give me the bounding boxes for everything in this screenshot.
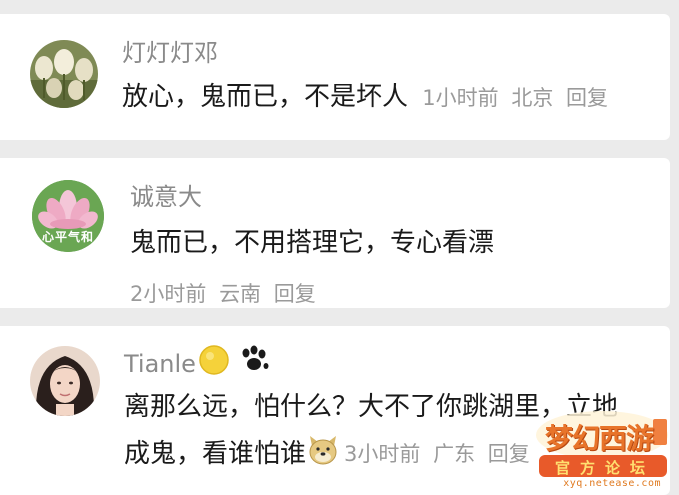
watermark-sub: 官方论坛 [555, 459, 656, 477]
comment-card: 心平气和 诚意大 鬼而已，不用搭理它，专心看漂 2小时前 云南 回复 [0, 158, 670, 308]
comment-row: 放心，鬼而已，不是坏人 1小时前 北京 回复 [122, 80, 614, 115]
comment-time: 3小时前 [344, 441, 421, 466]
comment-card: 灯灯灯邓 放心，鬼而已，不是坏人 1小时前 北京 回复 [0, 14, 670, 140]
comment-meta: 3小时前 广东 回复 [344, 437, 536, 471]
comment-location: 广东 [433, 441, 476, 466]
comment-location: 云南 [219, 282, 262, 306]
avatar-caption: 心平气和 [41, 230, 94, 244]
avatar[interactable] [30, 346, 100, 416]
comment-time: 2小时前 [130, 282, 207, 306]
comment-text: 放心，鬼而已，不是坏人 [122, 82, 409, 112]
comment-text-line: 成鬼，看谁怕谁 [124, 438, 307, 469]
watermark-url: xyq.netease.com [563, 478, 661, 489]
reply-button[interactable]: 回复 [566, 86, 608, 110]
watermark-logo: 梦幻西游 官方论坛 xyq.netease.com [533, 407, 671, 491]
comment-text: 鬼而已，不用搭理它，专心看漂 [130, 228, 495, 258]
comment-time: 1小时前 [422, 86, 499, 110]
sun-icon [198, 344, 230, 383]
reply-button[interactable]: 回复 [274, 282, 316, 306]
comment-meta: 2小时前 云南 回复 [130, 278, 322, 308]
comment-location: 北京 [511, 86, 554, 110]
paw-icon [238, 345, 272, 382]
username[interactable]: Tianle [124, 349, 196, 379]
portrait-avatar-image [30, 346, 100, 416]
username[interactable]: 灯灯灯邓 [122, 38, 218, 68]
tulips-avatar-image [30, 40, 98, 108]
username[interactable]: 诚意大 [130, 182, 202, 212]
reply-button[interactable]: 回复 [488, 442, 530, 466]
comment-meta: 1小时前 北京 回复 [422, 86, 614, 110]
watermark-brand: 梦幻西游 [545, 422, 654, 455]
doge-icon [306, 432, 340, 475]
avatar[interactable]: 心平气和 [32, 180, 104, 252]
username-row: Tianle [124, 344, 272, 383]
comment-row: 成鬼，看谁怕谁 3小时前 广东 回复 [124, 432, 536, 475]
avatar[interactable] [30, 40, 98, 108]
